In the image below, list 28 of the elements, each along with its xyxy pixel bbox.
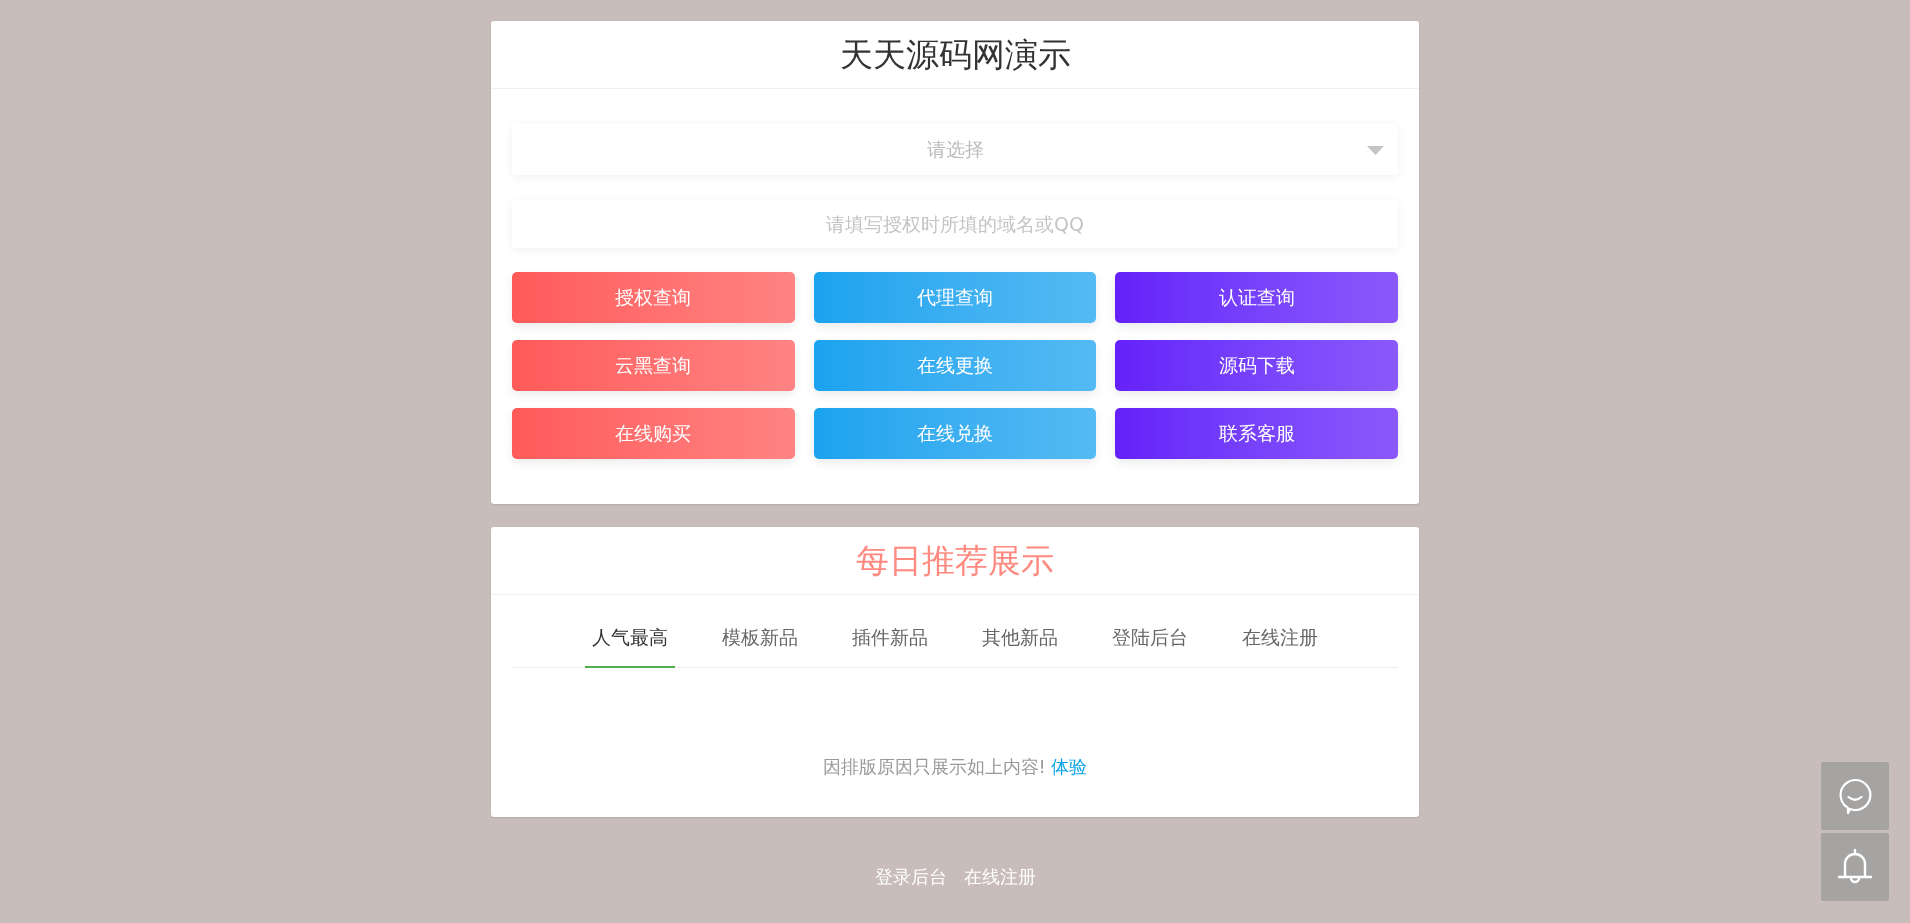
query-button[interactable]: 授权查询 — [512, 272, 795, 323]
try-link[interactable]: 体验 — [1051, 756, 1088, 777]
footer-link[interactable]: 在线注册 — [963, 865, 1036, 889]
tab[interactable]: 其他新品 — [975, 609, 1065, 668]
chat-bubble-icon — [1836, 777, 1874, 815]
bell-icon — [1836, 848, 1874, 886]
query-button[interactable]: 在线更换 — [813, 340, 1097, 391]
notification-button[interactable] — [1821, 833, 1889, 901]
tab[interactable]: 在线注册 — [1235, 609, 1325, 668]
caret-icon — [1367, 146, 1384, 155]
footer-link[interactable]: 登录后台 — [874, 865, 947, 889]
query-button[interactable]: 云黑查询 — [512, 340, 795, 391]
chat-button[interactable] — [1821, 762, 1889, 830]
select-field[interactable]: 请选择 — [512, 124, 1398, 175]
query-button[interactable]: 代理查询 — [813, 272, 1097, 323]
query-button[interactable]: 在线兑换 — [813, 408, 1097, 459]
tab[interactable]: 登陆后台 — [1105, 609, 1195, 668]
card-title: 天天源码网演示 — [839, 34, 1071, 75]
query-button[interactable]: 在线购买 — [512, 408, 795, 459]
domain-input-field[interactable]: 请填写授权时所填的域名或QQ — [512, 199, 1398, 248]
notice-text: 因排版原因只展示如上内容! 体验 — [821, 755, 1089, 779]
query-button[interactable]: 源码下载 — [1115, 340, 1398, 391]
query-button[interactable]: 认证查询 — [1115, 272, 1398, 323]
tab[interactable]: 插件新品 — [845, 609, 935, 668]
query-button[interactable]: 联系客服 — [1115, 408, 1398, 459]
tab[interactable]: 人气最高 — [585, 609, 675, 668]
tab[interactable]: 模板新品 — [715, 609, 805, 668]
card-title: 每日推荐展示 — [856, 540, 1054, 581]
